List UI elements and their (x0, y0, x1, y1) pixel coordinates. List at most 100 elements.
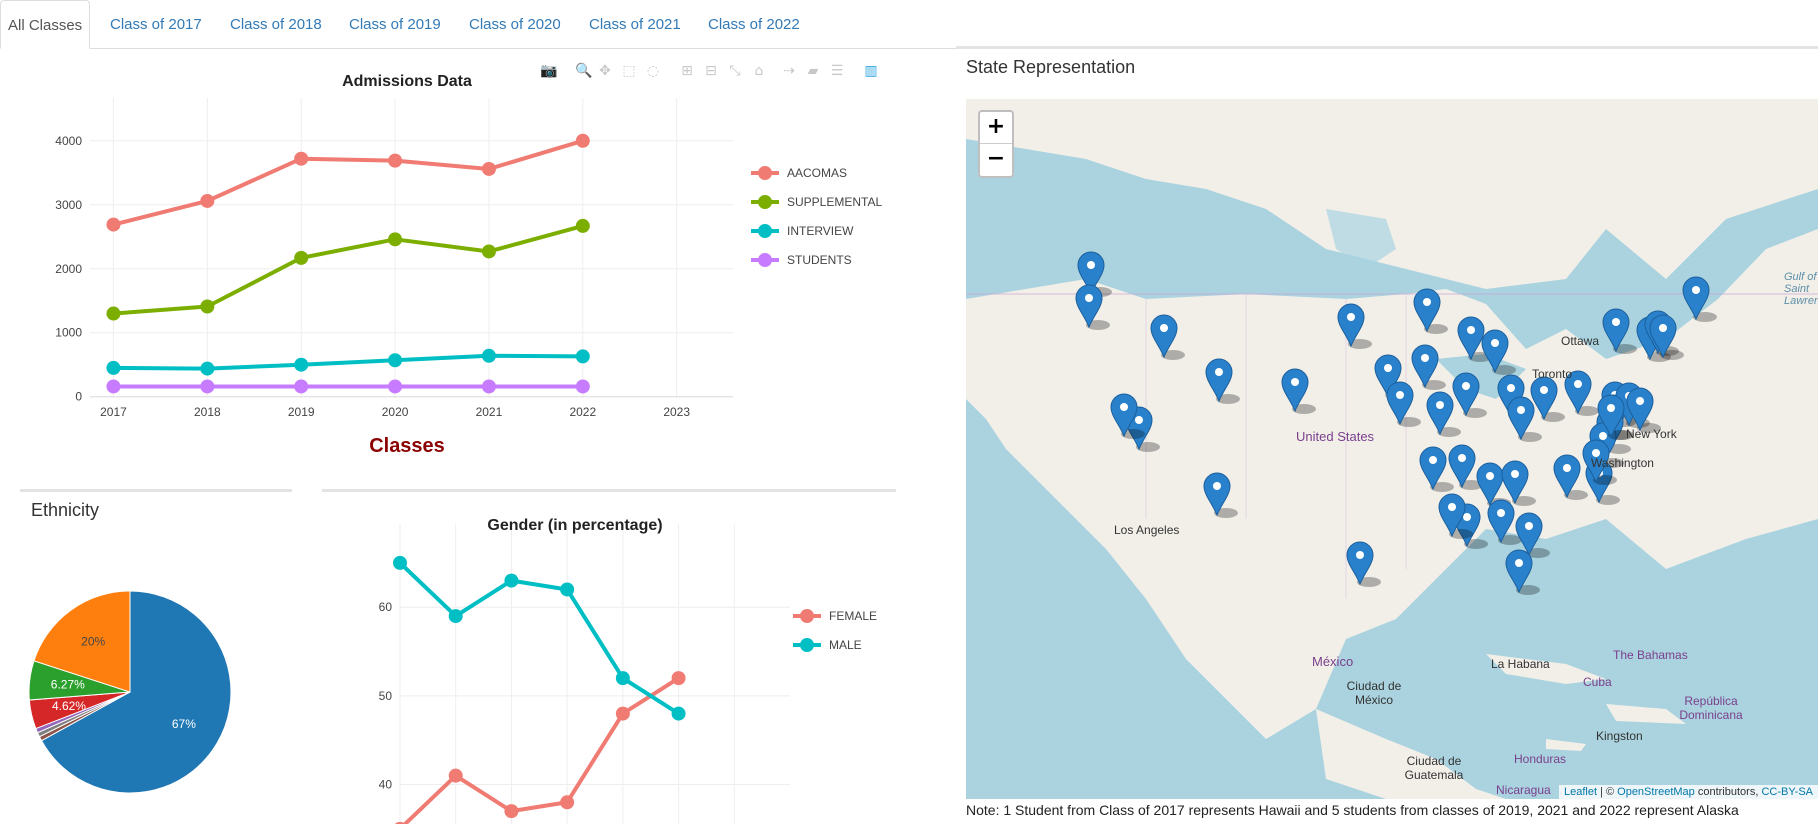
data-point-students (200, 379, 215, 394)
map-marker-icon (1150, 314, 1185, 360)
y-tick-label: 40 (379, 778, 393, 792)
marker-dot (1599, 432, 1607, 440)
data-point-students (575, 379, 590, 394)
x-axis-title: Classes (369, 435, 445, 457)
marker-dot (1087, 261, 1095, 269)
marker-dot (1607, 404, 1615, 412)
class-tabs: All Classes Class of 2017 Class of 2018 … (0, 0, 1818, 49)
data-point-male (393, 555, 407, 570)
legend-label-interview: INTERVIEW (787, 224, 854, 238)
marker-dot (1356, 551, 1364, 559)
marker-dot (1540, 386, 1548, 394)
map-marker-icon (1682, 276, 1717, 322)
legend-swatch-marker (758, 253, 772, 267)
series-line-supplemental (113, 223, 584, 316)
state-map[interactable]: Ottawa Toronto New York Washington Los A… (966, 99, 1818, 799)
tab-class-2021[interactable]: Class of 2021 (589, 0, 681, 47)
y-tick-label: 1000 (55, 326, 82, 340)
x-tick-label: 2022 (569, 405, 596, 419)
data-point-interview (388, 353, 403, 368)
map-label-ciudad-de-mexico: Ciudad de México (1346, 679, 1402, 707)
y-tick-label: 3000 (55, 198, 82, 212)
ethnicity-divider (20, 489, 292, 492)
attribution-contributors: contributors, (1694, 786, 1762, 798)
x-tick-label: 2021 (476, 405, 503, 419)
map-label-cuba: Cuba (1583, 675, 1612, 689)
marker-dot (1423, 298, 1431, 306)
data-point-male (448, 609, 463, 624)
tab-all-classes[interactable]: All Classes (0, 0, 91, 49)
map-footnote: Note: 1 Student from Class of 2017 repre… (966, 802, 1739, 818)
data-point-female (504, 804, 519, 819)
map-marker-icon (1602, 308, 1637, 354)
marker-dot (1486, 472, 1494, 480)
ethnicity-heading: Ethnicity (31, 500, 100, 520)
pie-slice-label: 67% (172, 717, 196, 731)
data-point-interview (481, 348, 496, 363)
y-tick-label: 2000 (55, 262, 82, 276)
marker-dot (1436, 401, 1444, 409)
openstreetmap-link[interactable]: OpenStreetMap (1617, 786, 1695, 798)
map-attribution: Leaflet | © OpenStreetMap contributors, … (1558, 785, 1818, 799)
attribution-separator: | © (1597, 786, 1618, 798)
map-marker-icon (1501, 460, 1536, 506)
marker-dot (1120, 403, 1128, 411)
map-label-republica-dominicana: República Dominicana (1679, 694, 1743, 722)
data-point-female (615, 706, 630, 721)
map-label-toronto: Toronto (1532, 367, 1573, 381)
data-point-male (615, 671, 630, 686)
legend-label-male: MALE (829, 638, 862, 652)
map-zoom-in-button[interactable]: + (980, 112, 1012, 144)
map-marker-icon (1419, 446, 1454, 492)
map-marker-icon (1426, 391, 1461, 437)
map-label-honduras: Honduras (1514, 752, 1567, 766)
marker-dot (1463, 513, 1471, 521)
map-zoom-out-button[interactable]: − (980, 144, 1012, 175)
map-marker-icon (1411, 344, 1446, 390)
data-point-male (560, 582, 575, 597)
map-label-mexico: México (1312, 654, 1354, 669)
marker-dot (1396, 391, 1404, 399)
admissions-chart: 0 1000 2000 3000 4000 2017 2018 2019 2020 2021 202… (55, 73, 882, 457)
data-point-supplemental (106, 306, 121, 321)
leaflet-link[interactable]: Leaflet (1564, 786, 1597, 798)
legend-swatch-marker (758, 166, 772, 180)
marker-dot (1213, 482, 1221, 490)
data-point-interview (294, 357, 309, 372)
y-tick-label: 60 (379, 600, 393, 614)
map-marker-icon (1413, 288, 1448, 334)
marker-dot (1347, 313, 1355, 321)
map-label-ottawa: Ottawa (1561, 334, 1600, 348)
map-label-kingston: Kingston (1596, 729, 1643, 743)
marker-dot (1511, 470, 1519, 478)
marker-dot (1462, 382, 1470, 390)
marker-dot (1636, 397, 1644, 405)
tab-class-2018[interactable]: Class of 2018 (230, 0, 322, 47)
x-tick-label: 2019 (288, 405, 315, 419)
data-point-aacomas (388, 153, 403, 168)
tab-class-2017[interactable]: Class of 2017 (110, 0, 202, 47)
map-marker-icon (1281, 368, 1316, 414)
map-label-los-angeles: Los Angeles (1114, 523, 1180, 537)
data-point-interview (200, 361, 215, 376)
data-point-male (504, 573, 519, 588)
map-label-new-york: New York (1626, 427, 1677, 441)
marker-dot (1659, 324, 1667, 332)
legend-swatch-marker (800, 638, 814, 652)
marker-dot (1525, 522, 1533, 530)
map-label-la-habana: La Habana (1491, 657, 1550, 671)
marker-dot (1458, 454, 1466, 462)
map-label-bahamas: The Bahamas (1613, 648, 1688, 662)
marker-dot (1384, 364, 1392, 372)
tab-class-2019[interactable]: Class of 2019 (349, 0, 441, 47)
legend-swatch-marker (758, 224, 772, 238)
cc-by-sa-link[interactable]: CC-BY-SA (1761, 786, 1813, 798)
series-line-female (402, 676, 680, 824)
tab-class-2020[interactable]: Class of 2020 (469, 0, 561, 47)
data-point-female (671, 671, 686, 686)
x-tick-label: 2017 (100, 405, 127, 419)
data-point-supplemental (294, 250, 309, 265)
tab-class-2022[interactable]: Class of 2022 (708, 0, 800, 47)
gender-divider (322, 489, 896, 492)
marker-dot (1563, 464, 1571, 472)
